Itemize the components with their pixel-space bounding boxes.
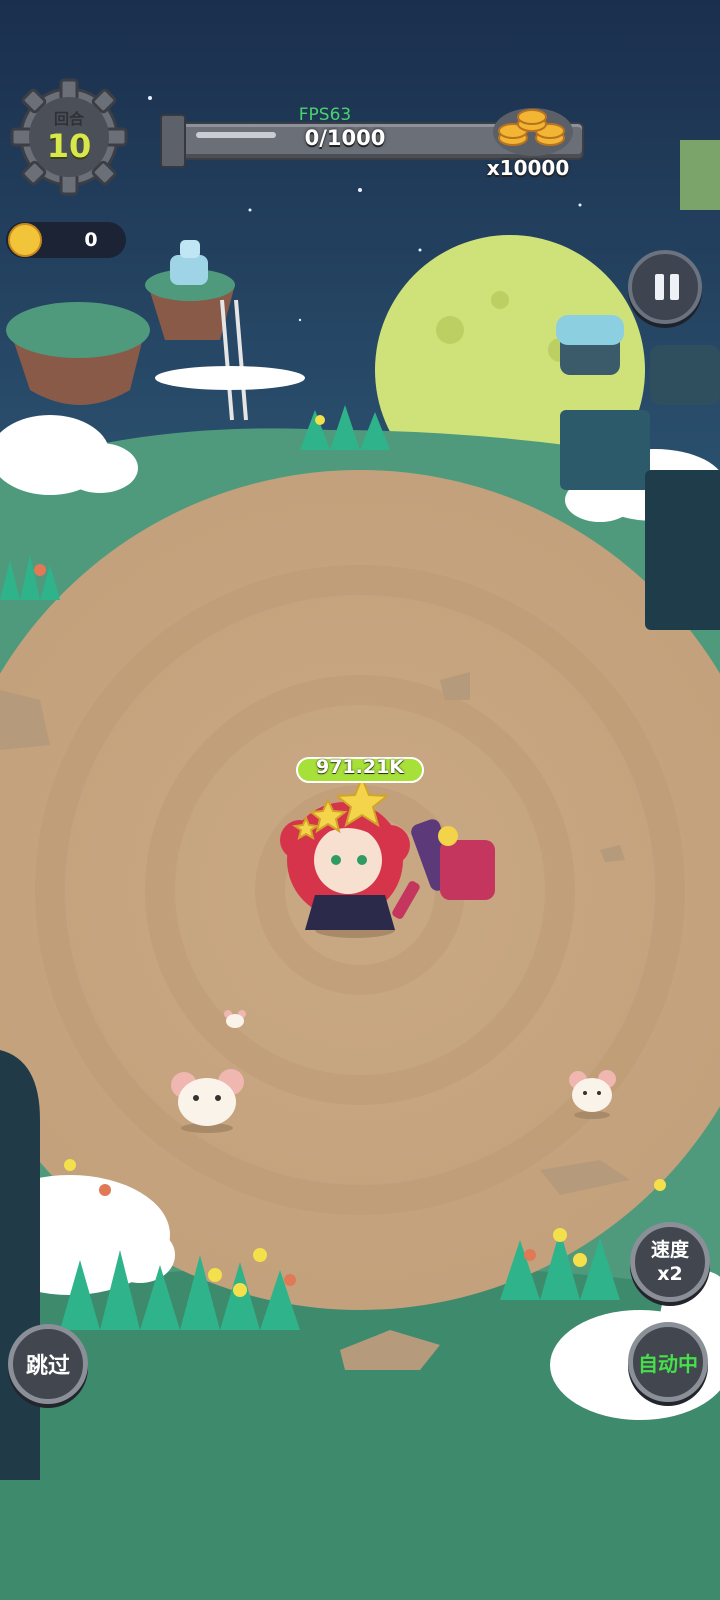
wave-progress-text: 0/1000 [304,126,386,150]
tree-stump-left [0,1050,40,1480]
skip-label: 跳过 [25,1354,70,1379]
speed-multiplier: x2 [657,1263,683,1285]
round-label: 回合 [53,110,84,128]
reward-multiplier: x10000 [486,156,570,180]
speed-label: 速度 [650,1239,689,1261]
gold-counter: 0 [6,222,126,258]
progress-bar-cap [160,114,186,168]
fps-counter: FPS63 [298,105,352,125]
auto-battle-button[interactable]: 自动中 [628,1322,708,1402]
skip-button[interactable]: 跳过 [8,1324,88,1404]
round-value: 10 [46,127,92,165]
round-counter: 回合 10 [10,78,128,196]
auto-label: 自动中 [638,1351,698,1376]
coin-stack-icon [488,98,578,160]
pause-button[interactable] [628,250,702,324]
gold-value: 0 [84,229,98,251]
gold-coin-icon [8,223,42,257]
speed-button[interactable]: 速度 x2 [630,1222,710,1302]
hero-hp-text: 971.21K [315,756,405,778]
